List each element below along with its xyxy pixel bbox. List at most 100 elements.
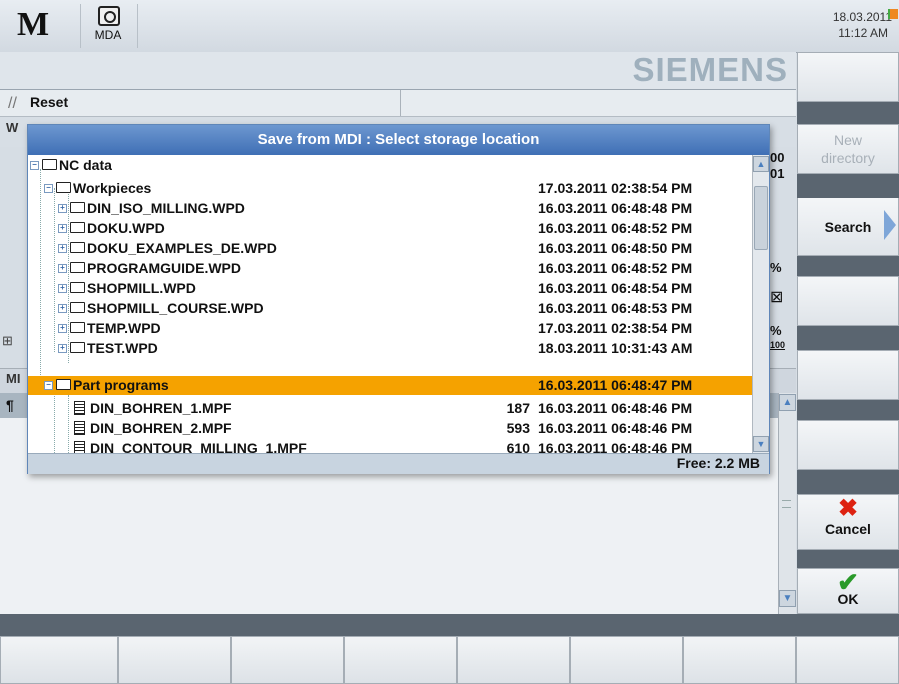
tree-row-folder[interactable]: + DIN_ISO_MILLING.WPD 16.03.2011 06:48:4…: [28, 199, 752, 218]
softkey-separator: [797, 326, 899, 350]
ok-button[interactable]: ✔ OK: [797, 568, 899, 614]
new-directory-label: New directory: [821, 132, 875, 166]
document-icon: [74, 401, 85, 415]
tree-row-workpieces[interactable]: − Workpieces 17.03.2011 02:38:54 PM: [28, 179, 752, 198]
cancel-x-icon: ✖: [837, 495, 859, 522]
tree-row-file[interactable]: DIN_CONTOUR_MILLING_1.MPF 610 16.03.2011…: [28, 439, 752, 453]
cancel-button[interactable]: ✖ Cancel: [797, 494, 899, 550]
bottom-softkey-5[interactable]: [457, 636, 570, 684]
softkey-5[interactable]: [797, 350, 899, 400]
mda-mode-icon: [98, 6, 120, 26]
background-value-2: 01: [770, 166, 785, 181]
expand-icon[interactable]: +: [58, 284, 67, 293]
tree-row-folder[interactable]: + DOKU_EXAMPLES_DE.WPD 16.03.2011 06:48:…: [28, 239, 752, 258]
editor-scroll-down-icon[interactable]: ▼: [779, 590, 796, 607]
row-name: DIN_BOHREN_2.MPF: [90, 420, 232, 436]
new-directory-button[interactable]: New directory: [797, 124, 899, 174]
row-date: 16.03.2011 06:48:46 PM: [538, 420, 693, 436]
row-date: 16.03.2011 06:48:46 PM: [538, 440, 693, 453]
bottom-softkey-4[interactable]: [344, 636, 457, 684]
scroll-up-icon[interactable]: ▲: [753, 156, 769, 172]
softkey-separator: [797, 470, 899, 494]
expand-icon[interactable]: +: [58, 304, 67, 313]
open-folder-icon: [56, 379, 71, 390]
mode-label: MDA: [94, 28, 122, 42]
scroll-down-icon[interactable]: ▼: [753, 436, 769, 452]
softkey-separator: [797, 102, 899, 124]
row-date: 17.03.2011 02:38:54 PM: [538, 320, 693, 336]
collapse-icon[interactable]: −: [44, 381, 53, 390]
softkey-separator: [797, 550, 899, 568]
row-name: NC data: [59, 157, 112, 173]
collapse-icon[interactable]: −: [44, 184, 53, 193]
tree-row-file[interactable]: DIN_BOHREN_1.MPF 187 16.03.2011 06:48:46…: [28, 399, 752, 418]
softkey-1[interactable]: [797, 52, 899, 102]
softkey-separator: [797, 256, 899, 276]
row-date: 16.03.2011 06:48:46 PM: [538, 400, 693, 416]
row-date: 16.03.2011 06:48:50 PM: [538, 240, 693, 256]
tree-row-folder[interactable]: + SHOPMILL_COURSE.WPD 16.03.2011 06:48:5…: [28, 299, 752, 318]
free-space-label: Free: 2.2 MB: [676, 455, 760, 471]
bottom-softkey-1[interactable]: [0, 636, 118, 684]
row-name: Part programs: [73, 377, 169, 393]
folder-icon: [70, 342, 85, 353]
background-value-1: 00: [770, 150, 785, 165]
folder-icon: [70, 302, 85, 313]
expand-icon[interactable]: +: [58, 324, 67, 333]
tree-row-folder[interactable]: + PROGRAMGUIDE.WPD 16.03.2011 06:48:52 P…: [28, 259, 752, 278]
background-label-w: W: [6, 120, 19, 135]
expand-icon[interactable]: +: [58, 204, 67, 213]
background-override: % 100: [770, 324, 785, 352]
open-folder-icon: [56, 182, 71, 193]
date-display: 18.03.2011: [832, 10, 892, 24]
row-name: Workpieces: [73, 180, 152, 196]
bottom-softkey-3[interactable]: [231, 636, 344, 684]
machine-area-logo[interactable]: M: [10, 6, 56, 44]
bottom-softkey-2[interactable]: [118, 636, 231, 684]
background-symbol-icon: ⊠: [770, 289, 784, 306]
tree-row-folder[interactable]: + TEST.WPD 18.03.2011 10:31:43 AM: [28, 339, 752, 358]
tree-row-file[interactable]: DIN_BOHREN_2.MPF 593 16.03.2011 06:48:46…: [28, 419, 752, 438]
document-icon: [74, 421, 85, 435]
background-values: 00 01: [770, 150, 784, 182]
tree-row-folder[interactable]: + DOKU.WPD 16.03.2011 06:48:52 PM: [28, 219, 752, 238]
row-date: 16.03.2011 06:48:53 PM: [538, 300, 693, 316]
tree-row-folder[interactable]: + TEMP.WPD 17.03.2011 02:38:54 PM: [28, 319, 752, 338]
status-divider: [400, 90, 401, 116]
background-label-ml: MI: [6, 371, 21, 386]
editor-scroll-grip[interactable]: [782, 500, 791, 508]
row-size: 610: [506, 440, 530, 453]
tree-row-nc-data[interactable]: − NC data: [28, 156, 752, 175]
row-name: SHOPMILL_COURSE.WPD: [87, 300, 264, 316]
bottom-softkey-8[interactable]: [796, 636, 899, 684]
softkey-separator: [797, 174, 899, 198]
bottom-softkey-7[interactable]: [683, 636, 796, 684]
expand-icon[interactable]: +: [58, 264, 67, 273]
background-percent-1: %: [770, 260, 782, 275]
row-name: PROGRAMGUIDE.WPD: [87, 260, 241, 276]
folder-icon: [70, 242, 85, 253]
softkey-4[interactable]: [797, 276, 899, 326]
row-name: DOKU_EXAMPLES_DE.WPD: [87, 240, 277, 256]
row-date: 16.03.2011 06:48:52 PM: [538, 220, 693, 236]
expand-icon[interactable]: +: [58, 344, 67, 353]
expand-icon[interactable]: +: [58, 224, 67, 233]
row-name: DIN_CONTOUR_MILLING_1.MPF: [90, 440, 307, 453]
chevron-right-icon: [884, 210, 896, 240]
bottom-softkey-6[interactable]: [570, 636, 683, 684]
collapse-icon[interactable]: −: [30, 161, 39, 170]
row-name: DOKU.WPD: [87, 220, 165, 236]
storage-tree[interactable]: − NC data − Workpieces 17.03.2011 02:38:…: [28, 155, 752, 453]
folder-icon: [70, 202, 85, 213]
softkey-6[interactable]: [797, 420, 899, 470]
open-folder-icon: [42, 159, 57, 170]
tree-row-part-programs-selected[interactable]: − Part programs 16.03.2011 06:48:47 PM: [28, 376, 752, 395]
expand-icon[interactable]: +: [58, 244, 67, 253]
tree-row-folder[interactable]: + SHOPMILL.WPD 16.03.2011 06:48:54 PM: [28, 279, 752, 298]
row-date: 16.03.2011 06:48:54 PM: [538, 280, 693, 296]
document-icon: [74, 441, 85, 453]
bottom-softkey-band: [0, 614, 899, 636]
row-name: TEMP.WPD: [87, 320, 161, 336]
editor-scroll-up-icon[interactable]: ▲: [779, 394, 796, 411]
scroll-thumb[interactable]: [754, 186, 768, 250]
